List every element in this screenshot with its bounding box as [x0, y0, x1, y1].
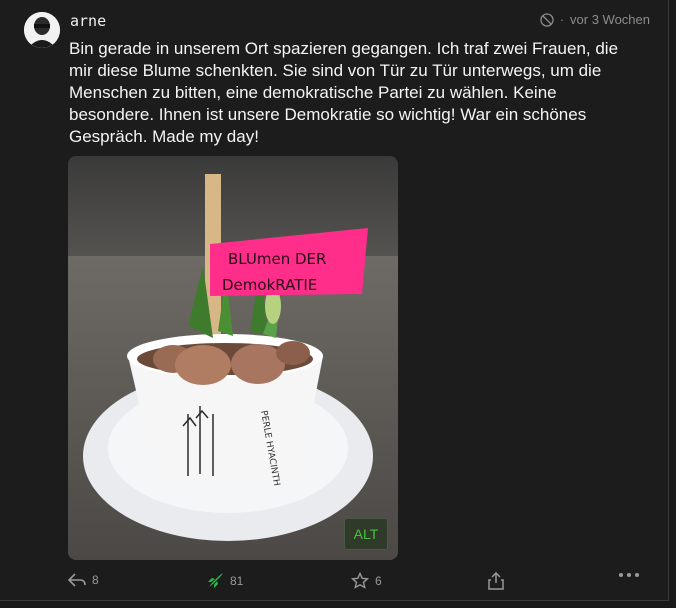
favourite-count: 6 — [375, 574, 382, 588]
sign-line-2: DemokRATIE — [222, 276, 317, 294]
timestamp[interactable]: vor 3 Wochen — [570, 12, 650, 27]
more-button[interactable] — [618, 572, 640, 578]
share-button[interactable] — [488, 572, 504, 590]
visibility-icon — [540, 12, 554, 27]
boost-icon — [206, 572, 224, 590]
avatar[interactable] — [24, 12, 60, 48]
username[interactable]: arne — [70, 12, 106, 30]
star-icon — [351, 572, 369, 590]
favourite-button[interactable]: 6 — [351, 572, 382, 590]
post-image[interactable]: BLUmen DER DemokRATIE PERLE HYACINTH ALT — [68, 156, 398, 560]
reply-icon — [68, 572, 86, 588]
reply-count: 8 — [92, 573, 99, 587]
action-bar: 8 81 6 — [0, 572, 668, 598]
sign-line-1: BLUmen DER — [228, 250, 326, 268]
post-text: Bin gerade in unserem Ort spazieren gega… — [69, 39, 619, 146]
reply-button[interactable]: 8 — [68, 572, 99, 588]
separator: · — [559, 12, 565, 27]
more-icon — [618, 572, 640, 578]
share-icon — [488, 572, 504, 590]
post-card: arne · vor 3 Wochen Bin gerade in unsere… — [0, 0, 669, 601]
post-meta: · vor 3 Wochen — [540, 12, 650, 27]
boost-button[interactable]: 81 — [206, 572, 243, 590]
alt-badge[interactable]: ALT — [344, 518, 388, 550]
boost-count: 81 — [230, 574, 244, 588]
